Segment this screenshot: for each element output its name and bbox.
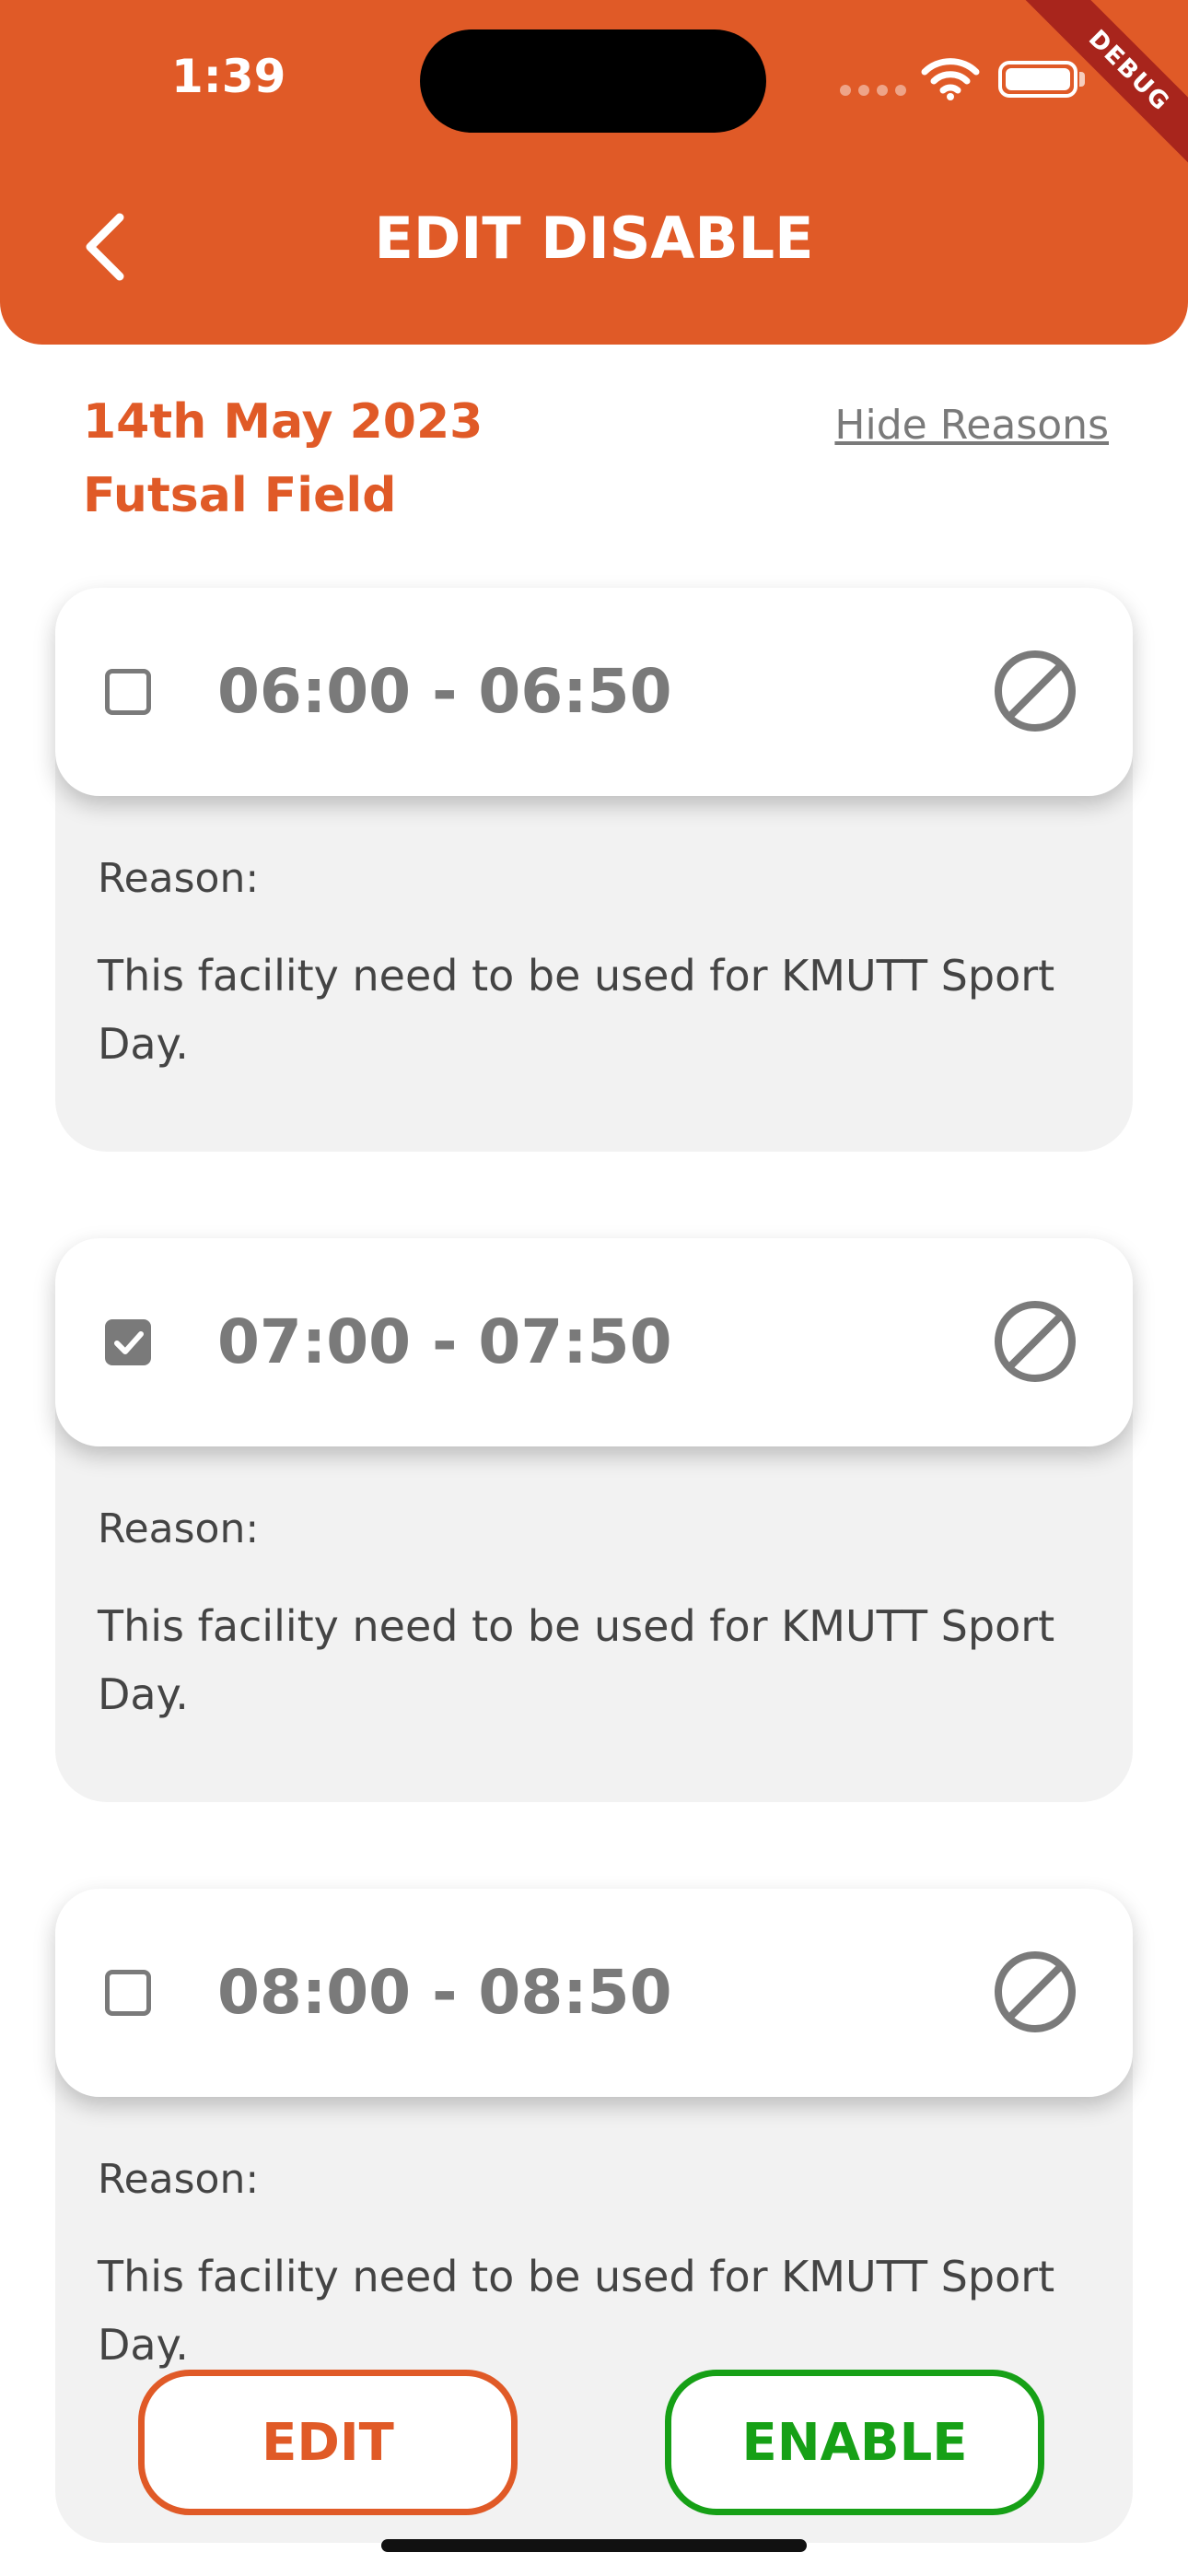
edit-button[interactable]: EDIT (138, 2370, 518, 2515)
home-indicator (381, 2539, 807, 2552)
cellular-signal-icon (840, 85, 914, 98)
reason-label: Reason: (98, 1505, 260, 1552)
reason-label: Reason: (98, 2156, 260, 2203)
status-time: 1:39 (171, 50, 286, 103)
facility-name: Futsal Field (83, 468, 397, 523)
reason-text: This facility need to be used for KMUTT … (98, 951, 1055, 1069)
page-title: EDIT DISABLE (374, 205, 814, 272)
time-slot[interactable]: 06:00 - 06:50 (55, 588, 1133, 796)
ban-icon[interactable] (993, 649, 1077, 733)
slot-time: 08:00 - 08:50 (217, 1957, 672, 2028)
hide-reasons-link[interactable]: Hide Reasons (834, 402, 1109, 449)
checkmark-icon (114, 1331, 144, 1354)
booking-date: 14th May 2023 (83, 394, 483, 450)
reason-text: This facility need to be used for KMUTT … (98, 2252, 1055, 2370)
reason-label: Reason: (98, 855, 260, 902)
time-slot[interactable]: 08:00 - 08:50 (55, 1889, 1133, 2097)
debug-banner: DEBUG (1004, 0, 1188, 184)
slot-checkbox[interactable] (105, 669, 151, 715)
slot-checkbox[interactable] (105, 1970, 151, 2016)
dynamic-island (420, 29, 766, 133)
ban-icon[interactable] (993, 1950, 1077, 2034)
slot-time: 06:00 - 06:50 (217, 656, 672, 727)
slot-checkbox[interactable] (105, 1319, 151, 1365)
enable-button[interactable]: ENABLE (665, 2370, 1044, 2515)
slot-time: 07:00 - 07:50 (217, 1306, 672, 1377)
ban-icon[interactable] (993, 1299, 1077, 1384)
debug-label: DEBUG (1015, 0, 1188, 184)
time-slot[interactable]: 07:00 - 07:50 (55, 1238, 1133, 1446)
reason-text: This facility need to be used for KMUTT … (98, 1601, 1055, 1719)
wifi-icon (921, 58, 980, 100)
